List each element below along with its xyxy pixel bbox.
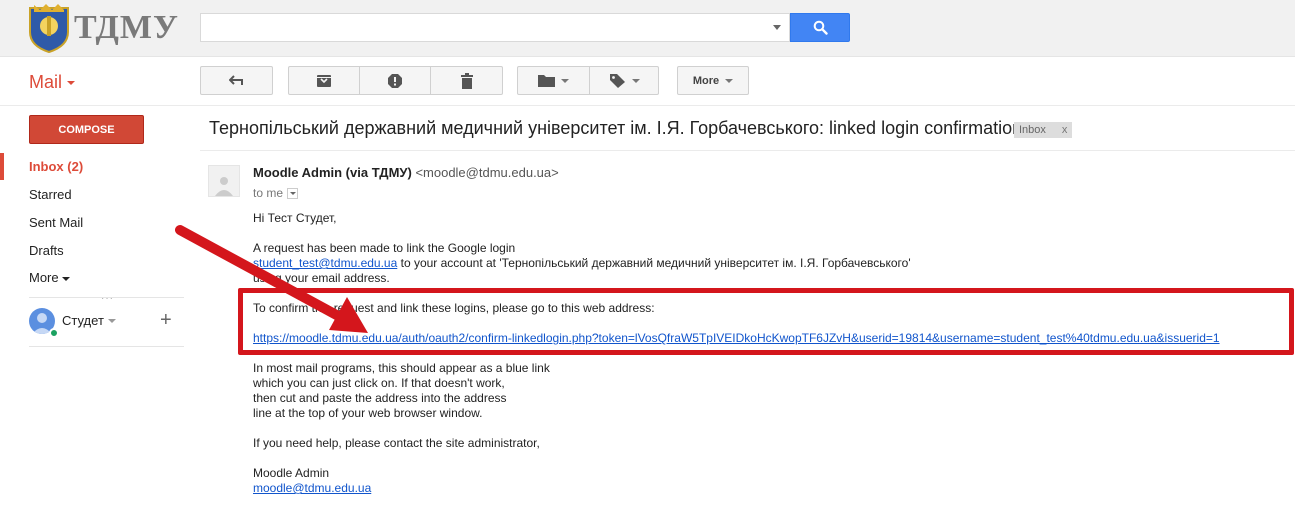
recipient-line: to me (253, 186, 299, 200)
delete-button[interactable] (430, 66, 503, 95)
top-header: ТДМУ (0, 0, 1295, 57)
show-details-button[interactable] (287, 187, 299, 199)
add-contact-icon[interactable]: + (160, 309, 172, 332)
signature-name: Moodle Admin (253, 466, 330, 480)
archive-button[interactable] (288, 66, 359, 95)
chevron-down-icon (67, 80, 76, 85)
sidebar-divider (29, 346, 184, 347)
inbox-label-chip[interactable]: Inbox x (1014, 122, 1073, 138)
annotation-highlight-box (238, 288, 1294, 355)
sender-line: Moodle Admin (via ТДМУ) <moodle@tdmu.edu… (253, 165, 559, 180)
body-text: In most mail programs, this should appea… (253, 361, 550, 375)
app-switcher[interactable]: Mail (29, 72, 76, 93)
body-text: which you can just click on. If that doe… (253, 376, 505, 390)
greeting: Hi Тест Студет, (253, 211, 337, 225)
body-text: line at the top of your web browser wind… (253, 406, 483, 420)
sidebar-item-more-label: More (29, 270, 59, 285)
body-text: then cut and paste the address into the … (253, 391, 507, 405)
chevron-down-icon[interactable] (108, 319, 116, 323)
university-crest-icon (29, 4, 69, 54)
hangouts-user-name[interactable]: Студет (62, 313, 104, 328)
app-label: Mail (29, 72, 63, 92)
sender-name[interactable]: Moodle Admin (via ТДМУ) (253, 165, 412, 180)
sidebar-item-inbox[interactable]: Inbox (2) (29, 159, 83, 174)
body-text: A request has been made to link the Goog… (253, 241, 516, 255)
label-tag-icon (609, 74, 625, 88)
search-button[interactable] (790, 13, 850, 42)
back-arrow-icon (228, 74, 243, 85)
student-email-link[interactable]: student_test@tdmu.edu.ua (253, 256, 397, 270)
active-nav-indicator (0, 153, 4, 180)
chevron-down-icon (631, 78, 640, 83)
chevron-down-icon (560, 78, 569, 83)
inbox-label-text: Inbox (1019, 124, 1046, 136)
more-actions-label: More (692, 74, 720, 87)
sidebar-divider (29, 297, 184, 298)
compose-button[interactable]: COMPOSE (29, 115, 144, 144)
move-to-button[interactable] (517, 66, 589, 95)
folder-icon (537, 75, 555, 87)
trash-icon (460, 72, 473, 89)
back-button[interactable] (200, 66, 273, 95)
logo-text: ТДМУ (74, 9, 179, 46)
more-actions-button[interactable]: More (677, 66, 749, 95)
default-person-icon (215, 177, 233, 196)
toolbar-divider (0, 105, 1295, 106)
online-status-icon (49, 328, 59, 338)
sidebar-item-starred[interactable]: Starred (29, 187, 72, 202)
subject-divider (200, 150, 1295, 151)
message-subject: Тернопільський державний медичний універ… (209, 118, 1023, 138)
chevron-down-icon (725, 78, 734, 83)
logo[interactable]: ТДМУ (26, 2, 179, 54)
search-options-icon[interactable] (773, 25, 781, 30)
sender-avatar (208, 165, 240, 197)
body-text-fragment: to your account at 'Тернопільський держа… (397, 256, 911, 270)
chevron-down-icon (289, 191, 296, 195)
spam-icon (387, 73, 402, 88)
recipient-text: to me (253, 186, 284, 200)
sidebar-item-more[interactable]: More (29, 270, 70, 285)
chevron-down-icon (61, 276, 70, 281)
search-icon (813, 20, 828, 35)
body-text: using your email address. (253, 271, 390, 285)
remove-label-icon[interactable]: x (1062, 124, 1068, 136)
body-text: student_test@tdmu.edu.ua to your account… (253, 256, 911, 271)
signature-email-line: moodle@tdmu.edu.ua (253, 481, 371, 496)
resize-handle-icon[interactable]: ··· (101, 293, 114, 304)
labels-button[interactable] (589, 66, 659, 95)
archive-icon (316, 74, 331, 87)
help-text: If you need help, please contact the sit… (253, 436, 540, 450)
search-input[interactable] (200, 13, 790, 42)
signature-email-link[interactable]: moodle@tdmu.edu.ua (253, 481, 371, 495)
report-spam-button[interactable] (359, 66, 430, 95)
sender-email: <moodle@tdmu.edu.ua> (415, 165, 559, 180)
sidebar-item-sent-mail[interactable]: Sent Mail (29, 215, 83, 230)
sidebar-item-drafts[interactable]: Drafts (29, 243, 64, 258)
